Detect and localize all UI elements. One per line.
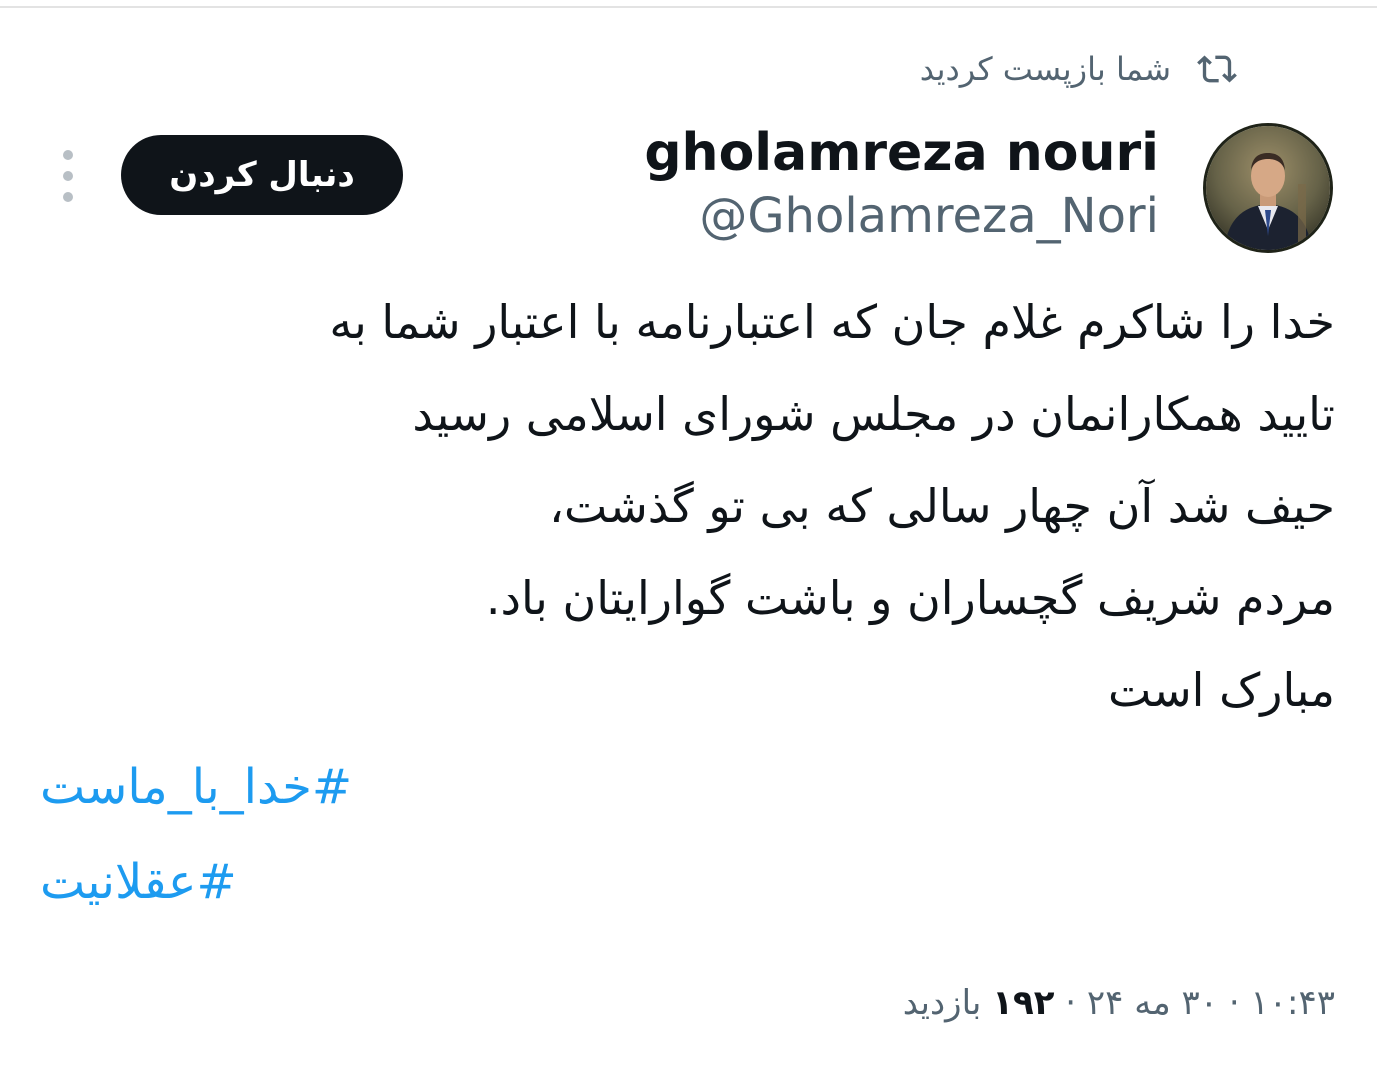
repost-text: شما بازپست کردید [919,50,1171,88]
tweet-line: حیف شد آن چهار سالی که بی تو گذشت، [549,479,1335,533]
dot [63,171,73,181]
views-count: ۱۹۲ [992,983,1055,1023]
hashtag-link[interactable]: #خدا_با_ماست [40,757,352,817]
tweet-date[interactable]: ۳۰ مه ۲۴ [1087,983,1218,1023]
dot [63,192,73,202]
repost-icon [1197,55,1237,83]
hashtag-link[interactable]: #عقلانیت [40,852,237,912]
tweet-time[interactable]: ۱۰:۴۳ [1250,983,1335,1023]
top-divider [0,6,1377,8]
tweet-text: خدا را شاکرم غلام جان که اعتبارنامه با ا… [135,276,1335,736]
views-label: بازدید [902,983,982,1023]
meta-separator: · [1228,983,1240,1023]
avatar[interactable] [1203,123,1333,253]
profile-photo [1206,126,1330,250]
meta-separator: · [1065,983,1077,1023]
user-handle[interactable]: @Gholamreza_Nori [699,186,1159,246]
tweet-line: مبارک است [1107,663,1335,717]
tweet-line: خدا را شاکرم غلام جان که اعتبارنامه با ا… [329,295,1335,349]
more-vertical-icon[interactable] [56,150,80,202]
tweet-line: تایید همکارانمان در مجلس شورای اسلامی رس… [412,387,1335,441]
display-name[interactable]: gholamreza nouri [644,120,1159,186]
tweet-meta: ۱۰:۴۳ · ۳۰ مه ۲۴ · ۱۹۲ بازدید [903,975,1335,1031]
dot [63,150,73,160]
tweet-line: مردم شریف گچساران و باشت گوارایتان باد. [485,571,1335,625]
follow-button[interactable]: دنبال کردن [121,135,403,215]
repost-banner: شما بازپست کردید [920,44,1237,94]
